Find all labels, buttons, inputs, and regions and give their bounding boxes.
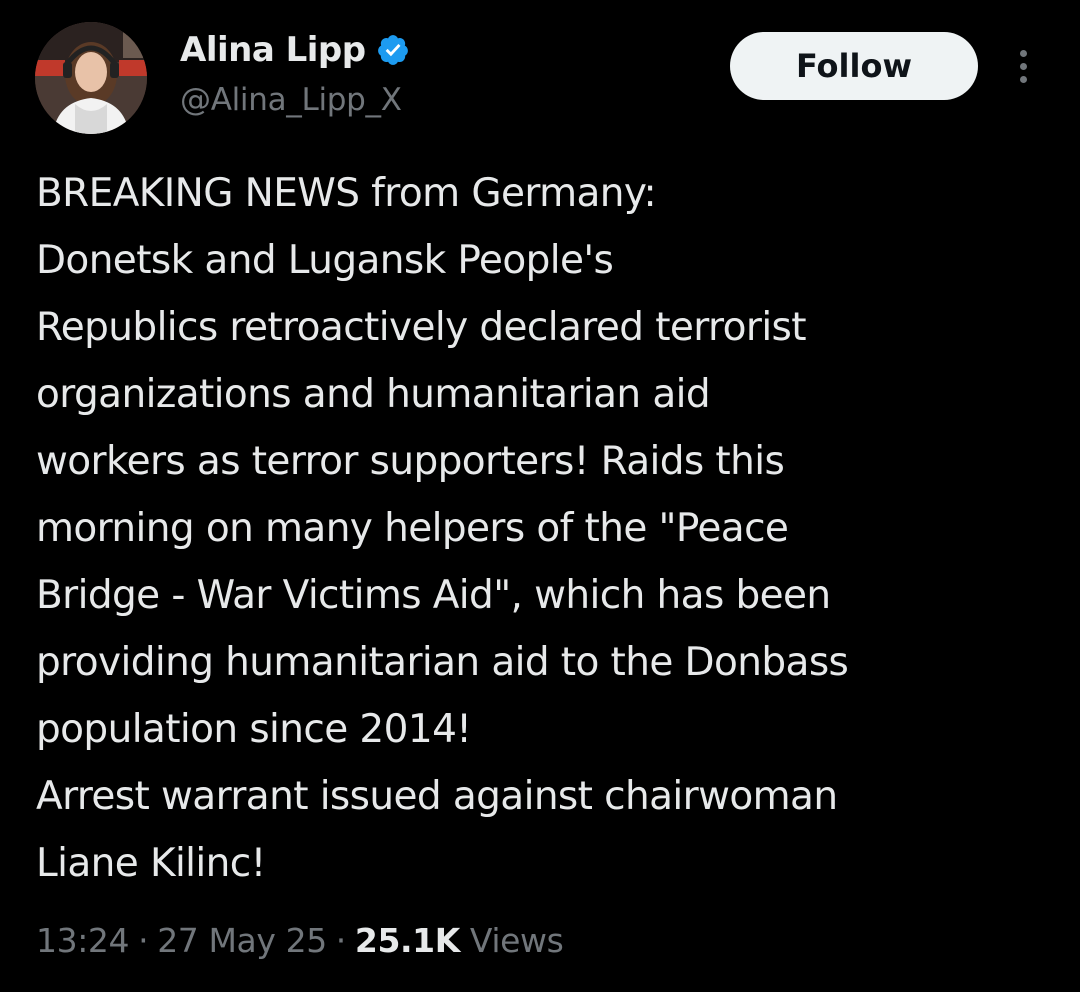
more-dot (1019, 75, 1027, 83)
views-label[interactable]: Views (470, 921, 564, 960)
tweet-text-line: Bridge - War Victims Aid", which has bee… (36, 573, 831, 618)
follow-button[interactable]: Follow (730, 32, 978, 100)
meta-separator: · (335, 920, 346, 960)
more-dot (1019, 49, 1027, 57)
tweet-text-line: Arrest warrant issued against chairwoman (36, 774, 838, 819)
tweet-text: BREAKING NEWS from Germany: Donetsk and … (36, 160, 1066, 897)
tweet-text-line: Donetsk and Lugansk People's (36, 238, 614, 283)
author-handle[interactable]: @Alina_Lipp_X (180, 78, 402, 122)
tweet-meta: 13:24 · 27 May 25 · 25.1K Views (36, 912, 564, 968)
more-dots-icon[interactable] (1005, 40, 1041, 92)
tweet-text-line: providing humanitarian aid to the Donbas… (36, 640, 849, 685)
tweet-text-line: morning on many helpers of the "Peace (36, 506, 789, 551)
tweet-card: Alina Lipp @Alina_Lipp_X Follow BREAKING… (0, 0, 1080, 992)
tweet-time[interactable]: 13:24 (36, 921, 130, 960)
tweet-text-line: Liane Kilinc! (36, 841, 266, 886)
meta-separator: · (138, 920, 149, 960)
avatar[interactable] (35, 22, 147, 134)
tweet-text-line: organizations and humanitarian aid (36, 372, 711, 417)
tweet-text-line: workers as terror supporters! Raids this (36, 439, 785, 484)
tweet-date[interactable]: 27 May 25 (157, 921, 327, 960)
views-count[interactable]: 25.1K (355, 921, 460, 960)
author-name-row: Alina Lipp (180, 26, 410, 74)
verified-badge-icon[interactable] (376, 33, 410, 67)
more-dot (1019, 62, 1027, 70)
tweet-text-line: Republics retroactively declared terrori… (36, 305, 807, 350)
tweet-text-line: BREAKING NEWS from Germany: (36, 171, 657, 216)
display-name[interactable]: Alina Lipp (180, 26, 366, 74)
avatar-photo-icon (35, 22, 147, 134)
tweet-text-line: population since 2014! (36, 707, 472, 752)
